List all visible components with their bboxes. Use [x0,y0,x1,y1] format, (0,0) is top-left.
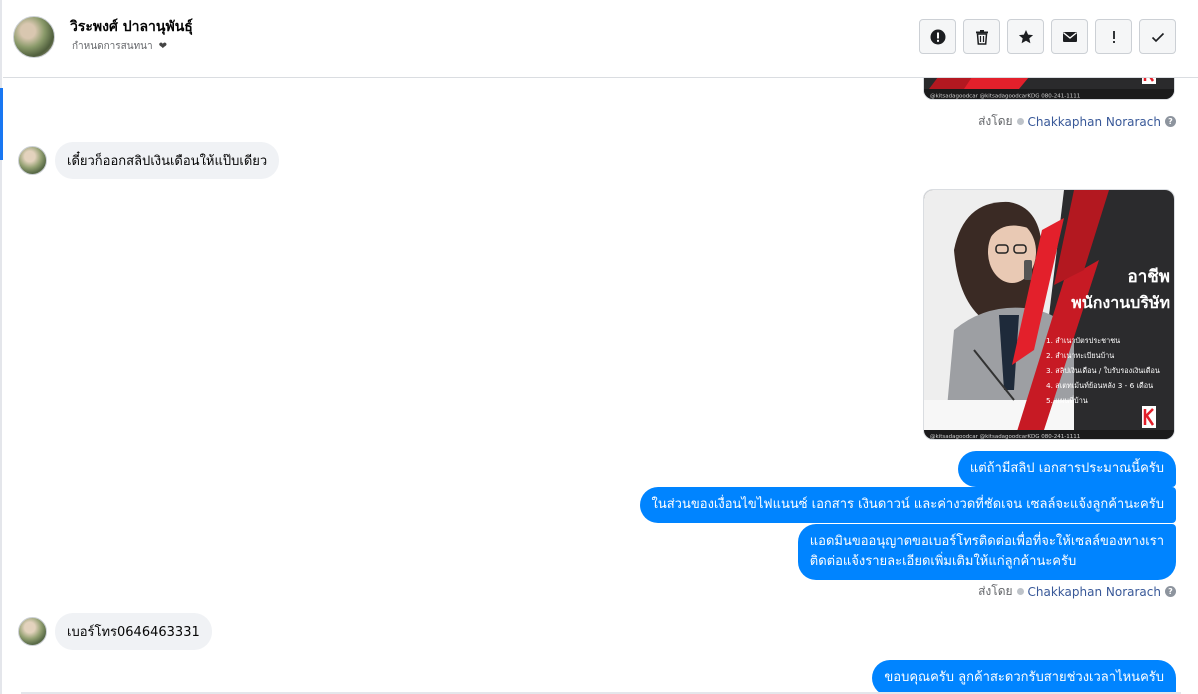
sent-by-label: ส่งโดย Chakkaphan Norarach ? [978,112,1176,131]
card-list-item-3: 3. สลิปเงินเดือน / ใบรับรองเงินเดือน [1046,366,1160,375]
messenger-conversation: วิระพงศ์ ปาลานุพันธุ์ กำหนดการสนทนา ❤ @k… [0,0,1198,694]
help-icon[interactable]: ? [1165,586,1176,597]
incoming-message-row: เดี๋ยวก็ออกสลิปเงินเดือนให้แป๊บเดียว [18,142,280,179]
important-button[interactable] [1095,19,1132,54]
verified-icon [1016,118,1024,125]
incoming-message[interactable]: เบอร์โทร0646463331 [55,613,212,650]
mark-unread-button[interactable] [1051,19,1088,54]
outgoing-message-line-1: แอดมินขออนุญาตขอเบอร์โทรติดต่อเพื่อที่จะ… [809,534,1164,549]
done-button[interactable] [1139,19,1176,54]
outgoing-message[interactable]: ในส่วนของเงื่อนไขไฟแนนซ์ เอกสาร เงินดาวน… [639,487,1176,524]
sent-by-label: ส่งโดย Chakkaphan Norarach ? [978,582,1176,601]
message-list[interactable]: @kitsadagoodcar @kitsadagoodcarKDG 080-2… [3,78,1198,694]
chevron-down-icon: ❤ [158,41,168,52]
avatar[interactable] [18,617,47,646]
header-toolbar [919,19,1176,54]
image-footer-text: @kitsadagoodcar @kitsadagoodcarKDG 080-2… [930,434,1080,440]
card-list-item-5: 5. แผนที่บ้าน [1046,395,1088,405]
image-attachment[interactable]: อาชีพ พนักงานบริษัท 1. สำเนาบัตรประชาชน … [923,189,1175,440]
image-preview: อาชีพ พนักงานบริษัท 1. สำเนาบัตรประชาชน … [924,190,1174,440]
conversation-label-text: กำหนดการสนทนา [72,41,153,52]
alert-circle-icon [930,29,945,44]
delete-button[interactable] [963,19,1000,54]
outgoing-message[interactable]: แอดมินขออนุญาตขอเบอร์โทรติดต่อเพื่อที่จะ… [797,524,1176,581]
contact-name[interactable]: วิระพงศ์ ปาลานุพันธุ์ [70,16,193,38]
conversation-label-dropdown[interactable]: กำหนดการสนทนา ❤ [72,39,167,54]
sent-by-prefix: ส่งโดย [978,114,1013,128]
sent-by-prefix: ส่งโดย [978,584,1013,598]
help-icon[interactable]: ? [1165,116,1176,127]
verified-icon [1016,588,1024,595]
card-heading-1: อาชีพ [1128,266,1171,287]
avatar[interactable] [13,16,55,58]
image-footer-text: @kitsadagoodcar @kitsadagoodcarKDG 080-2… [930,94,1080,100]
incoming-message[interactable]: เดี๋ยวก็ออกสลิปเงินเดือนให้แป๊บเดียว [55,142,280,179]
report-button[interactable] [919,19,956,54]
image-attachment[interactable]: @kitsadagoodcar @kitsadagoodcarKDG 080-2… [923,78,1175,100]
star-button[interactable] [1007,19,1044,54]
checkmark-icon [1151,32,1164,42]
card-list-item-1: 1. สำเนาบัตรประชาชน [1046,336,1120,345]
card-list-item-2: 2. สำเนาทะเบียนบ้าน [1046,351,1114,360]
card-list-item-4: 4. สเตทเม้นท์ย้อนหลัง 3 - 6 เดือน [1046,381,1153,390]
envelope-icon [1062,31,1077,42]
incoming-message-row: เบอร์โทร0646463331 [18,613,212,650]
outgoing-message-line-2: ติดต่อแจ้งรายละเอียดเพิ่มเติมให้แก่ลูกค้… [809,554,1077,570]
outgoing-message[interactable]: แต่ถ้ามีสลิป เอกสารประมาณนี้ครับ [957,451,1176,488]
outgoing-message[interactable]: ขอบคุณครับ ลูกค้าสะดวกรับสายช่วงเวลาไหนค… [872,660,1176,694]
agent-name-link[interactable]: Chakkaphan Norarach [1028,585,1161,599]
conversation-header: วิระพงศ์ ปาลานุพันธุ์ กำหนดการสนทนา ❤ [3,0,1198,78]
image-preview: @kitsadagoodcar @kitsadagoodcarKDG 080-2… [924,78,1174,100]
exclamation-icon [1112,30,1115,43]
avatar[interactable] [18,146,47,175]
card-heading-2: พนักงานบริษัท [1071,293,1170,312]
star-icon [1018,29,1033,43]
trash-icon [975,29,988,45]
agent-name-link[interactable]: Chakkaphan Norarach [1028,115,1161,129]
